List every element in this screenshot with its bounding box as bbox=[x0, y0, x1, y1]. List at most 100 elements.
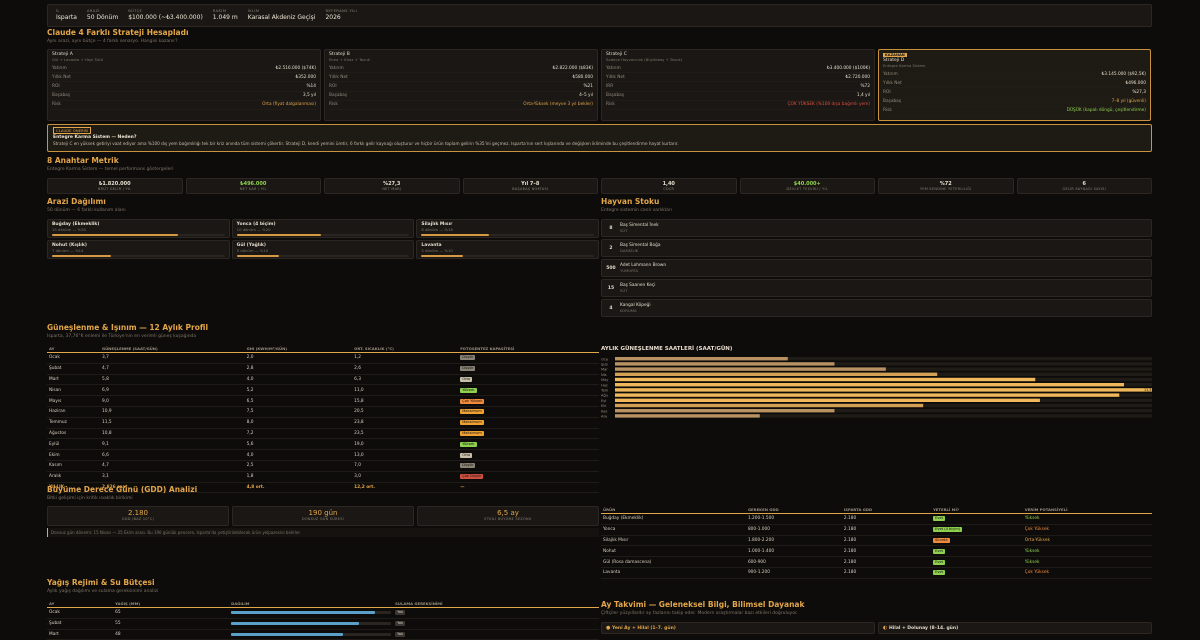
recommendation-box: CLAUDE ÖNERİSİ Entegre Karma Sistem — Ne… bbox=[47, 124, 1152, 152]
gdd-card-label: DONSUZ GÜN SÜRESİ bbox=[302, 517, 344, 521]
irrigation-badge: Yok bbox=[395, 631, 406, 637]
strategy-row: Risk Orta (fiyat dalgalanması) bbox=[52, 101, 316, 110]
sun-cell: Orta bbox=[458, 374, 599, 386]
metric-card: Yıl 7–8 BAŞABAŞ NOKTASI bbox=[462, 178, 598, 194]
gdd-cell: 2.180 bbox=[841, 535, 932, 547]
sun-col-header: ORT. SICAKLIK (°C) bbox=[352, 344, 459, 353]
strategy-row-label: ROI bbox=[329, 83, 337, 89]
strategy-card[interactable]: KAZANAN Strateji D Entegre Karma Sistem Yat… bbox=[878, 49, 1151, 121]
sun-cell: Ocak bbox=[47, 352, 100, 364]
land-item: Nohut (Kışlık) 7 dönüm — %14 bbox=[47, 240, 230, 259]
rain-bar bbox=[231, 622, 392, 626]
rain-bar bbox=[231, 611, 392, 615]
livestock-title: Hayvan Stoku bbox=[601, 197, 660, 206]
sun-cell: 8,0 bbox=[244, 417, 353, 429]
gdd-cell: 1.800-2.200 bbox=[745, 535, 842, 547]
land-item-info: 5 dönüm — %10 bbox=[236, 248, 269, 253]
header-field: İL Isparta bbox=[56, 8, 77, 21]
gdd-cell: Silajlık Mısır bbox=[601, 535, 746, 547]
header-field: REFERANS YILI 2026 bbox=[325, 8, 357, 21]
gdd-card-value: 6,5 ay bbox=[497, 509, 519, 517]
gdd-cell: 2.180 bbox=[841, 556, 932, 568]
gdd-cell: Evet bbox=[931, 545, 1023, 558]
header-field-label: ARAZİ bbox=[86, 8, 100, 13]
capacity-badge: Orta bbox=[460, 452, 473, 458]
strategy-row: Risk Orta-Yüksek (meyve 3 yıl bekler) bbox=[329, 101, 593, 110]
sun-cell: Ekim bbox=[47, 449, 100, 461]
sufficiency-badge: Sınırda bbox=[933, 537, 950, 543]
sun-cell: 1,2 bbox=[352, 352, 459, 364]
gdd-cell: 800-1.000 bbox=[745, 524, 842, 536]
gdd-cell: Evet bbox=[931, 556, 1023, 568]
sun-cell: 2,8 bbox=[244, 363, 353, 375]
chart-bar bbox=[615, 398, 1040, 402]
chart-bar bbox=[615, 357, 788, 361]
strategy-row: Yıllık Net ₺580.000 bbox=[329, 73, 593, 83]
chart-tick-label: Ağu bbox=[601, 394, 608, 398]
metric-label: DEVLET TEŞVİKİ / YIL bbox=[786, 187, 828, 191]
sun-cell: 11,5 bbox=[99, 417, 245, 429]
sun-cell: Yüksek bbox=[458, 384, 599, 397]
metrics-subtitle: Entegre Karma Sistem — temel performans … bbox=[47, 167, 174, 172]
header-field-value: 2026 bbox=[325, 14, 341, 21]
capacity-badge: Orta bbox=[460, 376, 473, 382]
sun-cell: Şubat bbox=[47, 363, 100, 375]
sufficiency-badge: Evet bbox=[933, 516, 946, 522]
livestock-item: 500 Adet Lohmann Brown YUMURTA bbox=[601, 259, 1152, 277]
sun-col-header: FOTOSENTEZ KAPASİTESİ bbox=[458, 344, 599, 353]
header-field-label: REFERANS YILI bbox=[325, 8, 358, 13]
rain-col-header: YAĞIŞ (MM) bbox=[113, 599, 230, 608]
recommendation-badge: CLAUDE ÖNERİSİ bbox=[53, 127, 92, 134]
chart-tick-label: May bbox=[601, 378, 609, 382]
sun-cell: Mart bbox=[47, 374, 100, 386]
sun-cell: Eylül bbox=[47, 438, 100, 451]
strategy-desc: Sadece Hayvancılık (Büyükbaş + Tavuk) bbox=[606, 57, 683, 62]
header-field: İKLİM Karasal Akdeniz Geçişi bbox=[248, 8, 316, 21]
strategy-desc: Entegre Karma Sistem bbox=[883, 63, 926, 68]
capacity-badge: Düşük bbox=[460, 366, 476, 372]
metric-card: %72 YEM KENDİNE YETERLİLİĞİ bbox=[878, 178, 1014, 194]
strategy-card[interactable]: Strateji B Elma + Kiraz + Tavuk Yatırım ₺2.… bbox=[324, 49, 598, 121]
table-row: Buğday (Ekmeklik) 1.200-1.500 2.180 Evet Yük… bbox=[601, 513, 1152, 525]
sun-cell: Düşük bbox=[458, 460, 599, 472]
header-field-value: 50 Dönüm bbox=[86, 14, 119, 21]
chart-tick-label: Nis bbox=[601, 373, 607, 377]
livestock-item: 2 Baş Simental Boğa DAMIZLIK bbox=[601, 239, 1152, 257]
metric-label: YEM KENDİNE YETERLİLİĞİ bbox=[919, 187, 972, 191]
strategy-row-value: ÇOK YÜKSEK (%100 dışa bağımlı yem) bbox=[787, 102, 870, 108]
land-item-bar bbox=[52, 255, 225, 257]
strategy-row-label: Başabaş bbox=[52, 93, 71, 99]
metric-card: $40.000+ DEVLET TEŞVİKİ / YIL bbox=[739, 178, 875, 194]
chart-bar bbox=[615, 409, 835, 413]
chart-tick-label: Eyl bbox=[601, 399, 606, 403]
strategy-card[interactable]: Strateji C Sadece Hayvancılık (Büyükbaş +… bbox=[601, 49, 875, 121]
rain-col-header: AY bbox=[47, 599, 114, 608]
rain-cell: Yok bbox=[393, 618, 599, 630]
irrigation-badge: Yok bbox=[395, 621, 406, 627]
chart-tick-label: Tem bbox=[601, 389, 609, 393]
rain-col-header: DAĞILIM bbox=[229, 599, 394, 608]
gdd-table: ÜRÜN GEREKEN GDD ISPARTA GDD YETERLİ Mİ? VER… bbox=[601, 505, 1152, 579]
strategy-row-value: 7–8 yıl (güvenli) bbox=[1111, 99, 1146, 105]
strategy-row-value: ₺3.145.000 ($92,5K) bbox=[1101, 71, 1146, 77]
winner-badge: KAZANAN bbox=[883, 53, 907, 57]
sun-cell: 6,9 bbox=[99, 384, 245, 397]
gdd-cell: Gül (Rosa damascena) bbox=[601, 556, 746, 568]
strategy-card[interactable]: Strateji A Gül + Lavanta + Hayl Sütü Yatır… bbox=[47, 49, 321, 121]
rain-title: Yağış Rejimi & Su Bütçesi bbox=[47, 578, 155, 587]
table-row: Gül (Rosa damascena) 600-900 2.180 Evet Yüks… bbox=[601, 556, 1152, 568]
livestock-tag: KORUMA bbox=[620, 308, 637, 313]
strategy-row-value: 3,5 yıl bbox=[302, 93, 316, 99]
sun-cell: 4,0 bbox=[244, 374, 353, 386]
sun-cell: Yüksek bbox=[458, 438, 599, 451]
metric-cards: ₺1.820.000 BRÜT GELİR / YIL ₺496.000 NET KA… bbox=[47, 178, 1152, 194]
strategy-row-label: ROI bbox=[52, 83, 60, 89]
gdd-subtitle: Bitki gelişimi için kritik ısıaklık biri… bbox=[47, 496, 133, 501]
strategy-row: Risk DÜŞÜK (kapalı döngü, çeşitlendirme) bbox=[883, 107, 1146, 116]
capacity-badge: Maksimum bbox=[460, 430, 484, 436]
gdd-cell: 2.180 bbox=[841, 567, 932, 579]
strategy-row: Yatırım ₺3.400.000 ($100K) bbox=[606, 64, 870, 74]
sun-col-header: GHI (KWH/M²/GÜN) bbox=[244, 344, 353, 353]
recommendation-title: Entegre Karma Sistem — Neden? bbox=[53, 135, 137, 140]
gdd-cell: Çok Yüksek bbox=[1022, 524, 1152, 536]
